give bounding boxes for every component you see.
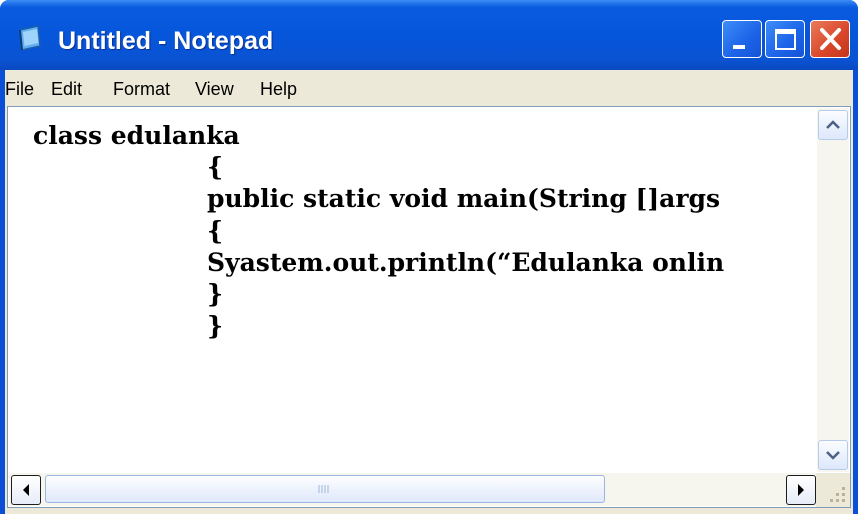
- close-icon: [820, 28, 841, 50]
- maximize-button[interactable]: [765, 20, 805, 58]
- horizontal-scrollbar[interactable]: [9, 473, 819, 506]
- code-line-4: {: [207, 216, 224, 245]
- window-title: Untitled - Notepad: [58, 27, 274, 55]
- code-line-3: public static void main(String []args: [207, 184, 721, 213]
- code-line-1: class edulanka: [33, 121, 240, 150]
- editor-frame: class edulanka { public static void main…: [7, 106, 851, 508]
- menu-file[interactable]: File: [5, 79, 34, 100]
- minimize-icon: [733, 45, 745, 49]
- text-editor[interactable]: class edulanka { public static void main…: [9, 108, 819, 472]
- scroll-right-button[interactable]: [786, 475, 816, 505]
- code-line-5: Syastem.out.println(“Edulanka onlin: [207, 248, 725, 277]
- thumb-grip-icon: [318, 485, 329, 493]
- notepad-window: Untitled - Notepad File Edit Format View…: [0, 0, 858, 514]
- menu-edit[interactable]: Edit: [51, 79, 82, 100]
- scroll-up-icon: [826, 120, 840, 129]
- code-line-7: }: [207, 311, 224, 340]
- size-grip-icon: [830, 487, 845, 502]
- close-button[interactable]: [810, 20, 850, 58]
- horizontal-scroll-thumb[interactable]: [45, 475, 605, 503]
- menu-bar: File Edit Format View Help: [5, 70, 853, 106]
- title-bar[interactable]: Untitled - Notepad: [0, 0, 858, 70]
- scroll-left-button[interactable]: [11, 475, 41, 505]
- scroll-left-icon: [23, 484, 29, 496]
- client-area: File Edit Format View Help class edulank…: [5, 70, 853, 514]
- scroll-up-button[interactable]: [818, 110, 848, 140]
- scroll-down-icon: [826, 451, 840, 460]
- maximize-icon: [775, 29, 796, 50]
- minimize-button[interactable]: [722, 20, 762, 58]
- size-grip[interactable]: [816, 473, 850, 507]
- notepad-icon: [19, 25, 41, 51]
- menu-format[interactable]: Format: [113, 79, 170, 100]
- code-line-6: }: [207, 279, 224, 308]
- scroll-right-icon: [798, 484, 804, 496]
- menu-help[interactable]: Help: [260, 79, 297, 100]
- vertical-scrollbar[interactable]: [817, 108, 849, 472]
- scroll-down-button[interactable]: [818, 440, 848, 470]
- code-line-2: {: [207, 152, 224, 181]
- menu-view[interactable]: View: [195, 79, 234, 100]
